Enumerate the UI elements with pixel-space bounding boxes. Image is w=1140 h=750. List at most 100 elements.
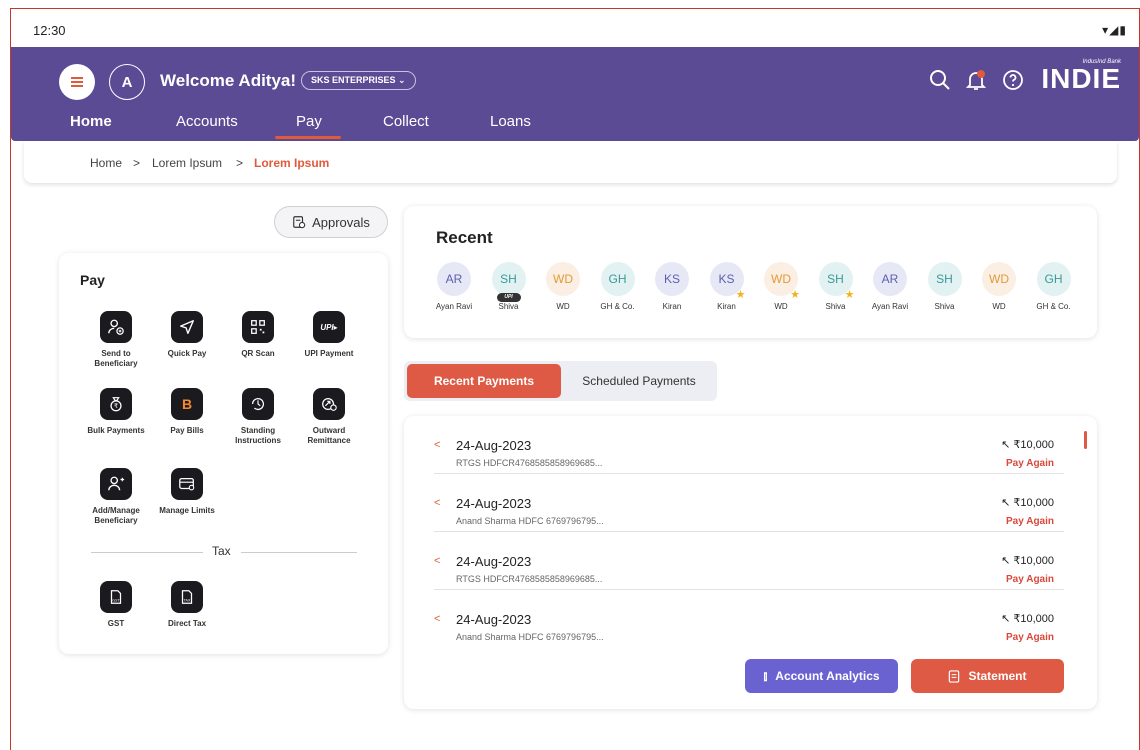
contact-initials: SH — [936, 272, 953, 286]
company-selector[interactable]: SKS ENTERPRISES ⌄ — [301, 71, 416, 90]
recent-contact[interactable]: KS ★ Kiran — [699, 262, 755, 311]
payment-amount: ↖ ₹10,000 — [1001, 613, 1054, 625]
direct-tax-button[interactable]: TAX Direct Tax — [157, 581, 217, 629]
contact-name: Kiran — [662, 302, 682, 311]
pay-again-link[interactable]: Pay Again — [1006, 632, 1054, 643]
contact-name: WD — [556, 302, 570, 311]
payment-date: 24-Aug-2023 — [456, 438, 532, 453]
share-icon[interactable]: < — [434, 555, 440, 567]
contact-avatar: SH — [927, 262, 962, 296]
account-analytics-button[interactable]: ⫾ Account Analytics — [745, 659, 898, 693]
tab-accounts[interactable]: Accounts — [176, 113, 238, 130]
welcome-title: Welcome Aditya! — [160, 71, 297, 90]
menu-button[interactable] — [59, 64, 95, 100]
share-icon[interactable]: < — [434, 497, 440, 509]
breadcrumb-item[interactable]: Lorem Ipsum — [152, 156, 222, 170]
action-label: Manage Limits — [159, 506, 215, 515]
payment-row[interactable]: < 24-Aug-2023 RTGS HDFCR4768585858969685… — [434, 416, 1064, 474]
action-label: Quick Pay — [167, 349, 207, 358]
payment-date: 24-Aug-2023 — [456, 496, 532, 511]
share-icon[interactable]: < — [434, 439, 440, 451]
payment-amount: ↖ ₹10,000 — [1001, 439, 1054, 451]
tab-recent-payments[interactable]: Recent Payments — [407, 364, 561, 398]
recent-contact[interactable]: SH UPI Shiva — [481, 262, 537, 311]
statement-label: Statement — [968, 669, 1027, 683]
quick-pay-button[interactable]: Quick Pay — [157, 311, 217, 359]
upi-badge: UPI — [496, 293, 521, 302]
contact-initials: SH — [827, 272, 844, 286]
recent-contact[interactable]: WD ★ WD — [753, 262, 809, 311]
tab-home[interactable]: Home — [70, 113, 112, 130]
payment-amount: ↖ ₹10,000 — [1001, 555, 1054, 567]
bills-icon: B — [181, 396, 193, 412]
payment-row[interactable]: < 24-Aug-2023 Anand Sharma HDFC 67697967… — [434, 590, 1064, 648]
payment-description: Anand Sharma HDFC 6769796795... — [456, 516, 604, 526]
approvals-icon — [293, 216, 306, 229]
notification-bell-icon[interactable] — [964, 68, 988, 92]
search-icon[interactable] — [928, 68, 952, 92]
breadcrumb-home[interactable]: Home — [90, 156, 122, 170]
recent-contact[interactable]: GH GH & Co. — [1026, 262, 1082, 311]
contact-initials: AR — [881, 272, 899, 286]
payment-row[interactable]: < 24-Aug-2023 RTGS HDFCR4768585858969685… — [434, 532, 1064, 590]
tab-loans[interactable]: Loans — [490, 113, 531, 130]
payments-scrollbar[interactable] — [1084, 431, 1087, 449]
manage-limits-button[interactable]: Manage Limits — [157, 468, 217, 516]
pay-again-link[interactable]: Pay Again — [1006, 574, 1054, 585]
recent-contact[interactable]: GH GH & Co. — [590, 262, 646, 311]
contact-initials: KS — [663, 272, 680, 286]
recent-contact[interactable]: SH Shiva — [917, 262, 973, 311]
avatar[interactable]: A — [109, 64, 145, 100]
tab-pay[interactable]: Pay — [296, 113, 322, 130]
action-label: QR Scan — [241, 349, 275, 358]
pay-again-link[interactable]: Pay Again — [1006, 458, 1054, 469]
gst-doc-icon: GST — [110, 590, 122, 604]
contact-avatar: SH UPI — [491, 262, 526, 302]
recent-contact[interactable]: KS Kiran — [644, 262, 700, 311]
payment-row[interactable]: < 24-Aug-2023 Anand Sharma HDFC 67697967… — [434, 474, 1064, 532]
recent-contact[interactable]: SH ★ Shiva — [808, 262, 864, 311]
contact-name: Kiran — [717, 302, 736, 311]
pay-title: Pay — [80, 272, 105, 288]
payment-tabs: Recent Payments Scheduled Payments — [404, 361, 717, 401]
bulk-payments-button[interactable]: ₹ Bulk Payments — [86, 388, 146, 436]
qr-scan-button[interactable]: QR Scan — [228, 311, 288, 359]
contact-avatar: KS — [655, 262, 689, 296]
breadcrumb-current: Lorem Ipsum — [254, 156, 330, 170]
pay-again-link[interactable]: Pay Again — [1006, 516, 1054, 527]
hamburger-icon — [71, 77, 83, 87]
gst-button[interactable]: GST GST — [86, 581, 146, 629]
statement-button[interactable]: Statement — [911, 659, 1064, 693]
contact-avatar: AR — [437, 262, 471, 296]
recent-contact[interactable]: AR Ayan Ravi — [862, 262, 918, 311]
payment-description: Anand Sharma HDFC 6769796795... — [456, 632, 604, 642]
contact-name: Shiva — [934, 302, 955, 311]
contact-avatar: AR — [873, 262, 907, 296]
recent-contact[interactable]: WD WD — [535, 262, 591, 311]
system-indicators-icon: ▾◢▮ — [1102, 23, 1127, 37]
recent-contact[interactable]: WD WD — [971, 262, 1027, 311]
send-to-beneficiary-button[interactable]: Send to Beneficiary — [86, 311, 146, 369]
help-icon[interactable] — [1001, 68, 1025, 92]
action-label: Bulk Payments — [87, 426, 145, 435]
share-icon[interactable]: < — [434, 613, 440, 625]
tax-divider: Tax — [91, 544, 357, 560]
standing-instructions-button[interactable]: Standing Instructions — [228, 388, 288, 446]
add-manage-beneficiary-button[interactable]: Add/Manage Beneficiary — [86, 468, 146, 526]
recent-contact[interactable]: AR Ayan Ravi — [426, 262, 482, 311]
upi-payment-button[interactable]: UPI▸ UPI Payment — [299, 311, 359, 359]
contact-name: GH & Co. — [1036, 302, 1071, 311]
approvals-button[interactable]: Approvals — [274, 206, 388, 238]
approvals-label: Approvals — [312, 214, 370, 230]
tab-collect[interactable]: Collect — [383, 113, 429, 130]
logo-wordmark: INDIE — [1041, 63, 1121, 94]
contact-name: WD — [992, 302, 1006, 311]
svg-text:GST: GST — [112, 599, 120, 603]
pay-bills-button[interactable]: B Pay Bills — [157, 388, 217, 436]
tax-title: Tax — [212, 544, 231, 558]
contact-initials: GH — [1044, 272, 1063, 286]
outward-remittance-button[interactable]: Outward Remittance — [299, 388, 359, 446]
tab-scheduled-payments[interactable]: Scheduled Payments — [564, 364, 714, 398]
quick-pay-icon — [180, 320, 194, 334]
action-label: GST — [107, 619, 125, 628]
